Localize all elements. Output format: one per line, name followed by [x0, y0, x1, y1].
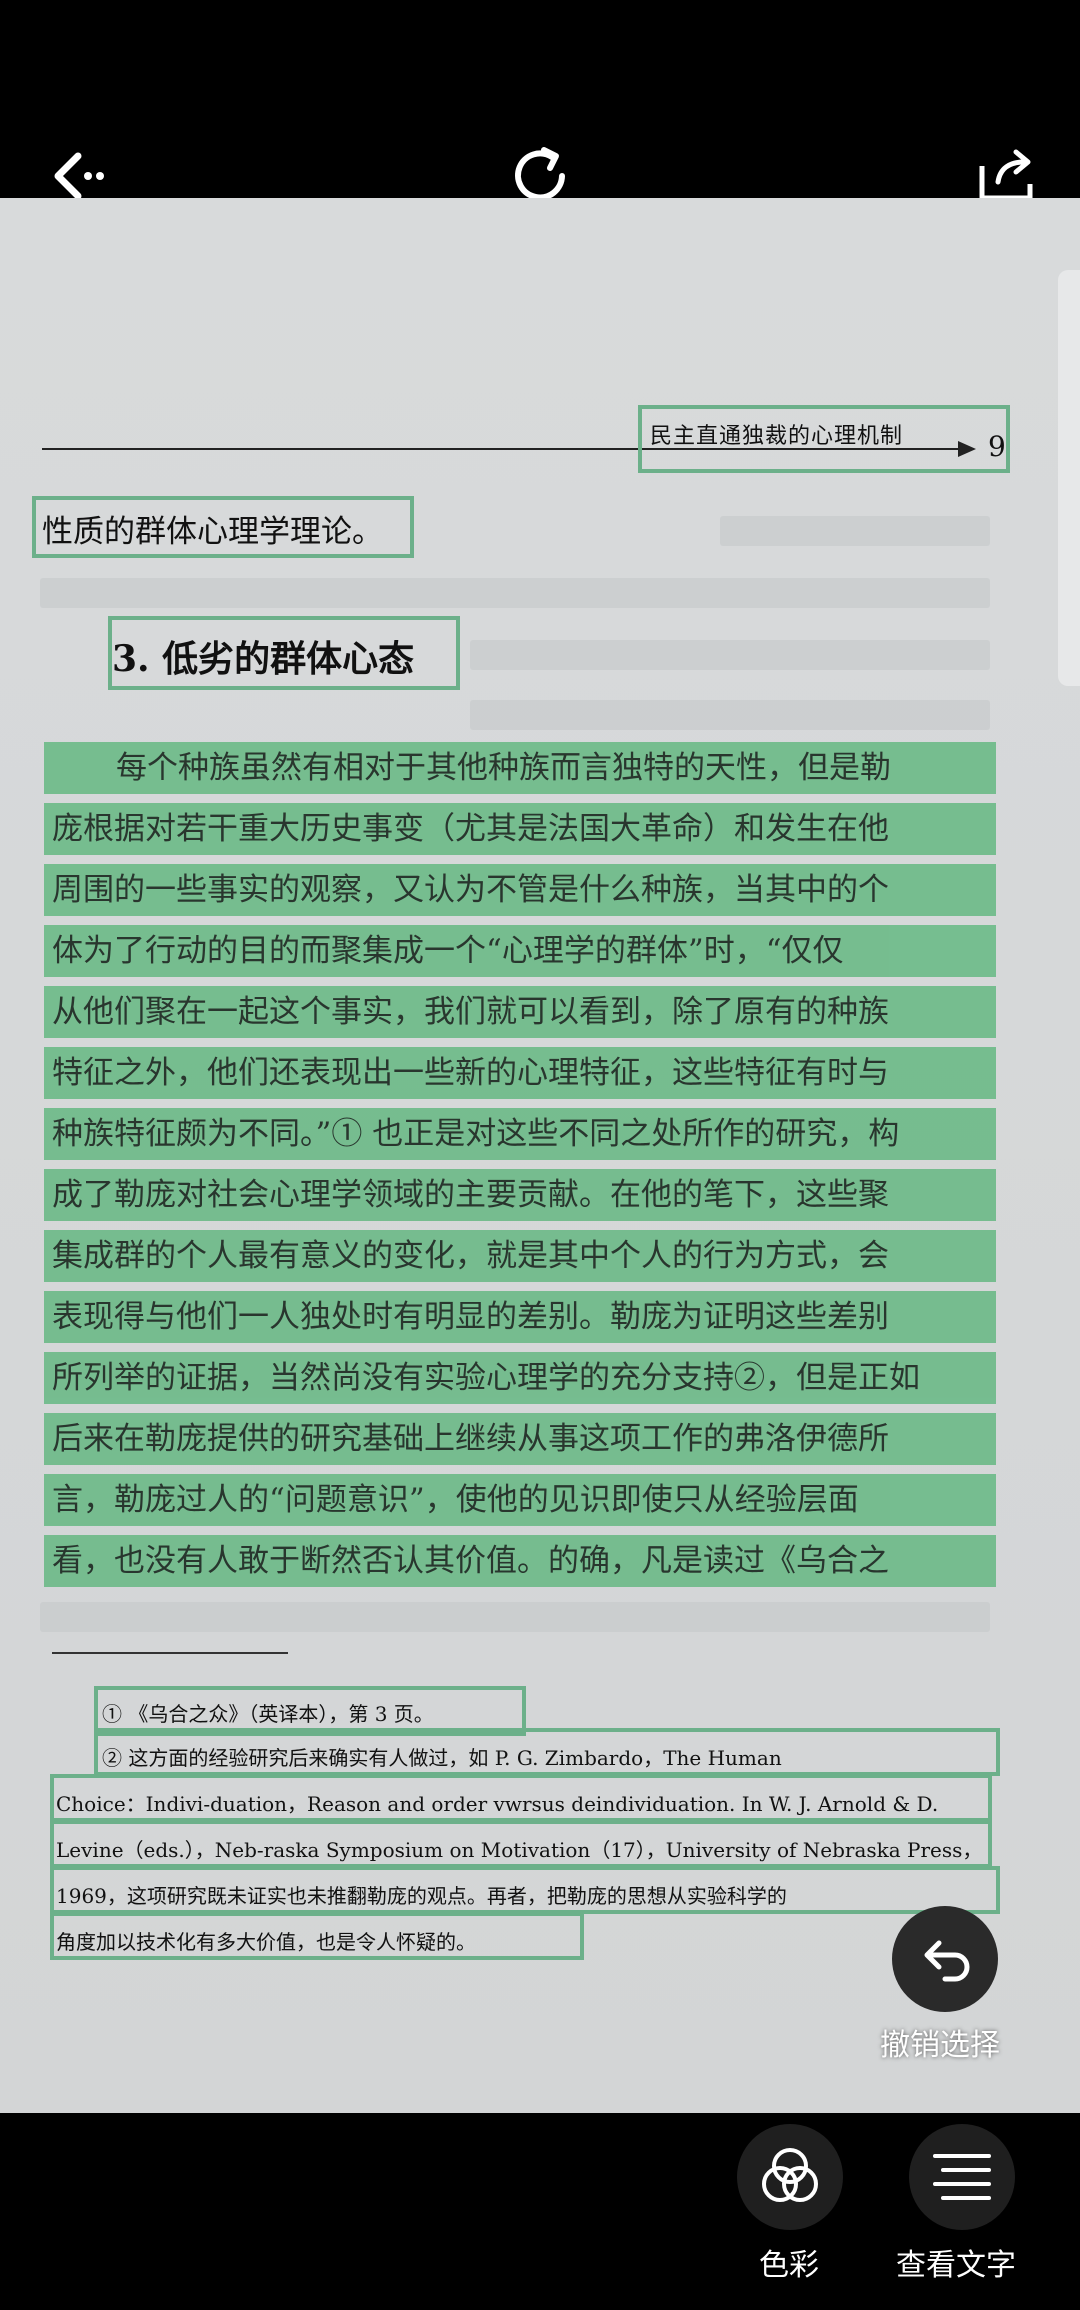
- footnote-rule: [52, 1652, 288, 1654]
- highlighted-line[interactable]: 特征之外，他们还表现出一些新的心理特征，这些特征有时与: [44, 1047, 996, 1099]
- bleed-through: [40, 578, 990, 608]
- highlighted-line[interactable]: 体为了行动的目的而聚集成一个“心理学的群体”时，“仅仅: [44, 925, 996, 977]
- scroll-handle[interactable]: [1058, 270, 1080, 686]
- top-toolbar: [0, 0, 1080, 201]
- section-title: 3. 低劣的群体心态: [112, 638, 415, 680]
- footnote-2-line: 角度加以技术化有多大价值，也是令人怀疑的。: [56, 1930, 476, 1954]
- view-text-label[interactable]: 查看文字: [896, 2240, 1016, 2284]
- footnote-2-line: Levine（eds.），Neb-raska Symposium on Moti…: [56, 1838, 983, 1862]
- prev-line-text: 性质的群体心理学理论。: [42, 514, 383, 550]
- highlighted-line[interactable]: 成了勒庞对社会心理学领域的主要贡献。在他的笔下，这些聚: [44, 1169, 996, 1221]
- highlighted-line[interactable]: 每个种族虽然有相对于其他种族而言独特的天性，但是勒: [44, 742, 996, 794]
- back-arrow-icon: [54, 152, 104, 200]
- highlighted-line[interactable]: 庞根据对若干重大历史事变（尤其是法国大革命）和发生在他: [44, 803, 996, 855]
- footnote-1: ① 《乌合之众》（英译本），第 3 页。: [102, 1702, 434, 1726]
- highlighted-line[interactable]: 言，勒庞过人的“问题意识”，使他的见识即使只从经验层面: [44, 1474, 996, 1526]
- highlighted-line[interactable]: 所列举的证据，当然尚没有实验心理学的充分支持②，但是正如: [44, 1352, 996, 1404]
- highlighted-line[interactable]: 种族特征颇为不同。”① 也正是对这些不同之处所作的研究，构: [44, 1108, 996, 1160]
- bleed-through: [40, 1602, 990, 1632]
- text-lines-icon: [933, 2154, 991, 2200]
- footnote-2-line: Choice：Indivi-duation，Reason and order v…: [56, 1792, 939, 1816]
- color-label[interactable]: 色彩: [759, 2240, 819, 2284]
- page-number: 9: [988, 430, 1006, 463]
- undo-icon: [924, 1940, 970, 1982]
- bleed-through: [720, 516, 990, 546]
- undo-selection-button[interactable]: [892, 1906, 998, 2012]
- view-text-button[interactable]: [909, 2124, 1015, 2230]
- footnote-2-line: ② 这方面的经验研究后来确实有人做过，如 P. G. Zimbardo，The …: [102, 1746, 782, 1770]
- running-header: 民主直通独裁的心理机制: [650, 424, 904, 449]
- highlighted-line[interactable]: 周围的一些事实的观察，又认为不管是什么种族，当其中的个: [44, 864, 996, 916]
- color-button[interactable]: [737, 2124, 843, 2230]
- highlighted-line[interactable]: 集成群的个人最有意义的变化，就是其中个人的行为方式，会: [44, 1230, 996, 1282]
- footnote-2-line: 1969，这项研究既未证实也未推翻勒庞的观点。再者，把勒庞的思想从实验科学的: [56, 1884, 787, 1908]
- highlighted-line[interactable]: 看，也没有人敢于断然否认其价值。的确，凡是读过《乌合之: [44, 1535, 996, 1587]
- highlighted-line[interactable]: 从他们聚在一起这个事实，我们就可以看到，除了原有的种族: [44, 986, 996, 1038]
- bleed-through: [470, 640, 990, 670]
- undo-selection-label[interactable]: 撤销选择: [880, 2020, 1000, 2064]
- highlighted-line[interactable]: 后来在勒庞提供的研究基础上继续从事这项工作的弗洛伊德所: [44, 1413, 996, 1465]
- bleed-through: [470, 700, 990, 730]
- color-filter-icon: [762, 2148, 818, 2202]
- highlighted-line[interactable]: 表现得与他们一人独处时有明显的差别。勒庞为证明这些差别: [44, 1291, 996, 1343]
